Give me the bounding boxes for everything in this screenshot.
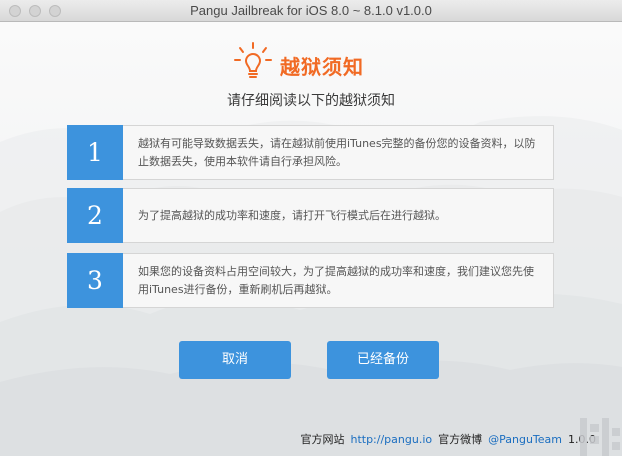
notice-title: 越狱须知 — [280, 55, 364, 79]
rule-number: 1 — [67, 125, 123, 180]
window-title: Pangu Jailbreak for iOS 8.0 ~ 8.1.0 v1.0… — [190, 3, 432, 18]
watermark-graphic — [580, 418, 620, 456]
app-window: Pangu Jailbreak for iOS 8.0 ~ 8.1.0 v1.0… — [0, 0, 622, 456]
official-weibo-label: 官方微博 — [438, 433, 483, 446]
footer: 官方网站http://pangu.io官方微博@PanguTeam1.0.0 — [300, 431, 596, 447]
rule-item-2: 2 为了提高越狱的成功率和速度，请打开飞行模式后在进行越狱。 — [67, 188, 554, 243]
rule-number: 3 — [67, 253, 123, 308]
rule-item-1: 1 越狱有可能导致数据丢失，请在越狱前使用iTunes完整的备份您的设备资料，以… — [67, 125, 554, 180]
rule-text: 如果您的设备资料占用空间较大，为了提高越狱的成功率和速度，我们建议您先使用iTu… — [138, 264, 534, 296]
official-site-link[interactable]: http://pangu.io — [350, 433, 432, 446]
backed-up-button[interactable]: 已经备份 — [327, 341, 439, 379]
official-weibo-link[interactable]: @PanguTeam — [488, 433, 562, 446]
cancel-button[interactable]: 取消 — [179, 341, 291, 379]
rule-text: 为了提高越狱的成功率和速度，请打开飞行模式后在进行越狱。 — [138, 208, 446, 222]
notice-subtitle: 请仔细阅读以下的越狱须知 — [227, 93, 395, 109]
official-site-label: 官方网站 — [300, 433, 345, 446]
rule-item-3: 3 如果您的设备资料占用空间较大，为了提高越狱的成功率和速度，我们建议您先使用i… — [67, 253, 554, 308]
lightbulb-icon — [234, 42, 272, 78]
main-content: 越狱须知 请仔细阅读以下的越狱须知 1 越狱有可能导致数据丢失，请在越狱前使用i… — [0, 22, 622, 456]
title-bar[interactable]: Pangu Jailbreak for iOS 8.0 ~ 8.1.0 v1.0… — [0, 0, 622, 22]
rule-number: 2 — [67, 188, 123, 243]
notice-header: 越狱须知 — [0, 42, 622, 82]
rule-text: 越狱有可能导致数据丢失，请在越狱前使用iTunes完整的备份您的设备资料，以防止… — [138, 136, 536, 168]
